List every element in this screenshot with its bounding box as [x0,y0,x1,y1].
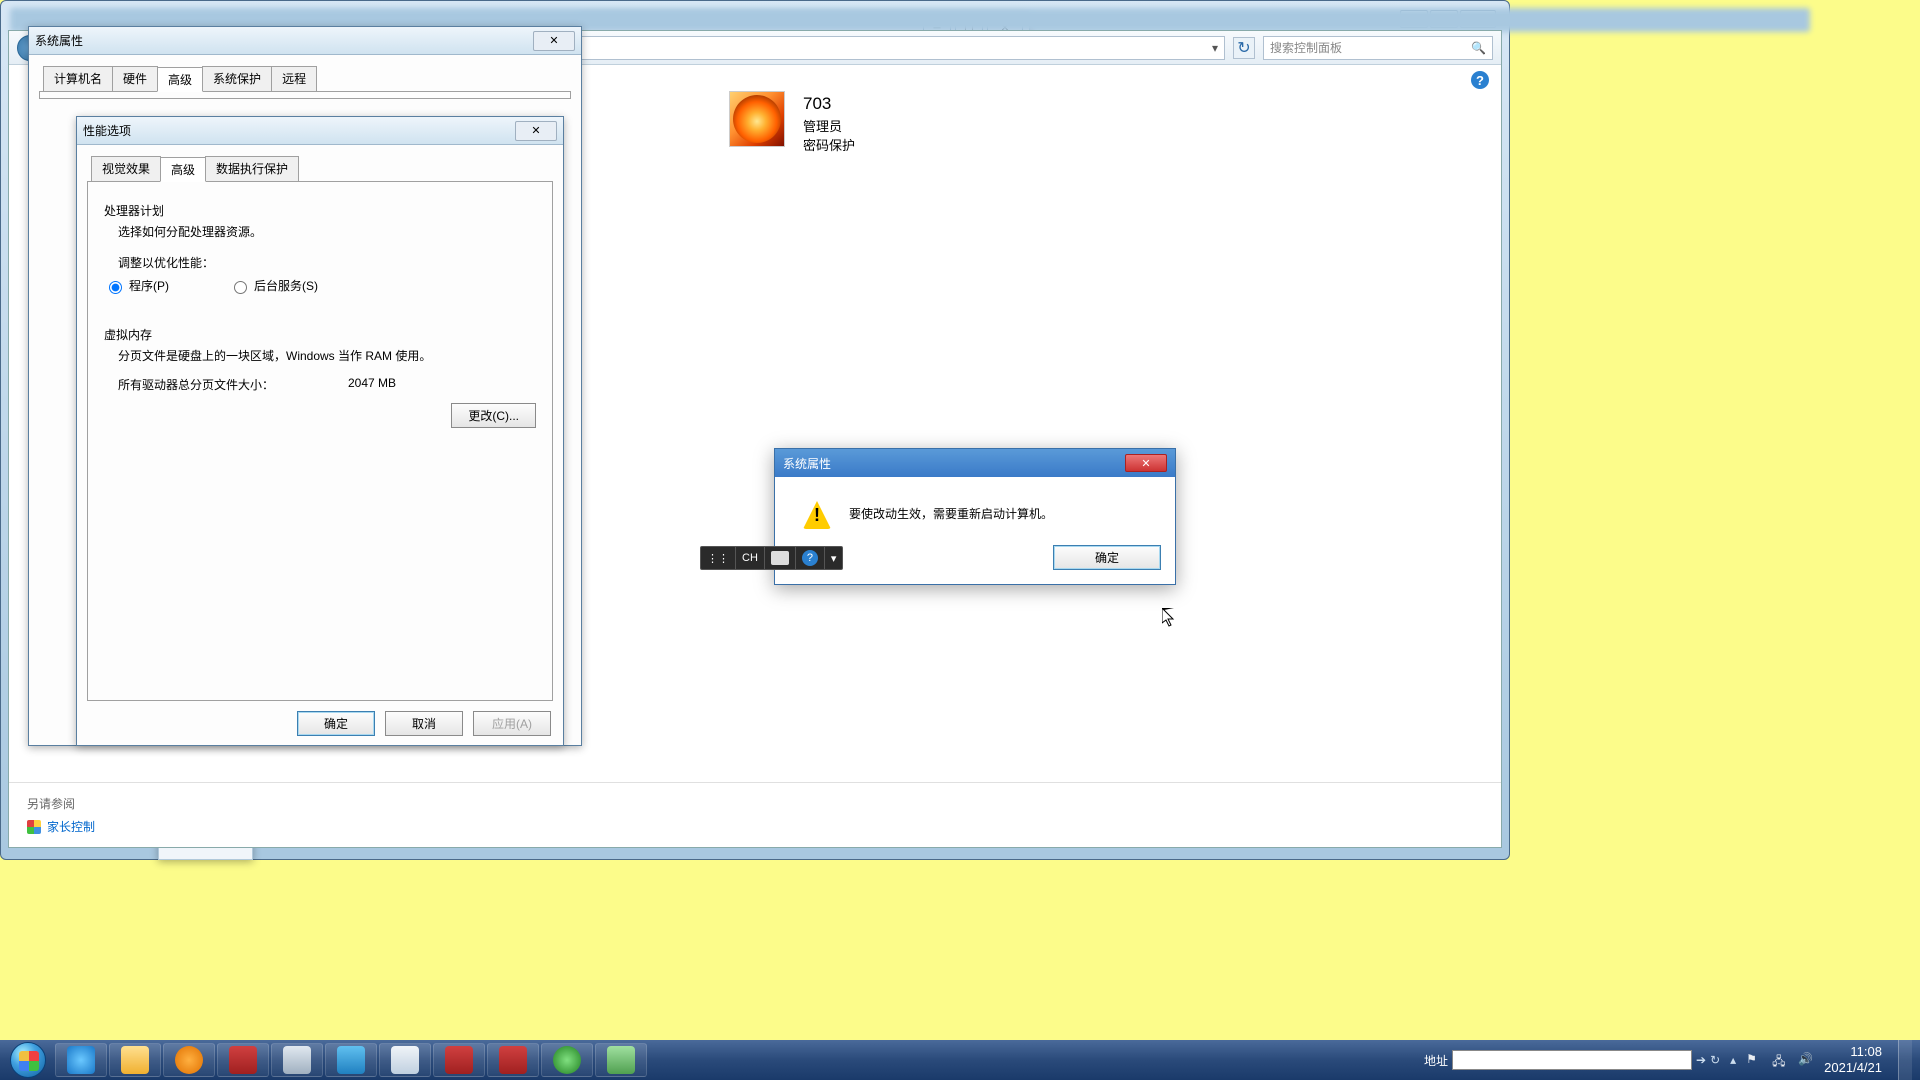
parental-controls-link[interactable]: 家长控制 [27,818,1483,835]
user-name: 703 [803,91,855,117]
tab-visual-effects[interactable]: 视觉效果 [91,156,161,181]
ime-options-icon[interactable]: ▾ [825,547,843,569]
virtual-memory-title: 虚拟内存 [104,326,536,343]
ime-language-indicator[interactable]: CH [736,547,765,569]
shield-icon [27,820,41,834]
perfopts-ok-button[interactable]: 确定 [297,711,375,736]
sysprops-close-button[interactable]: ✕ [533,31,575,51]
processor-scheduling-title: 处理器计划 [104,202,536,219]
radio-programs[interactable]: 程序(P) [104,277,169,294]
sysprops-title: 系统属性 [35,32,533,49]
msgbox-close-button[interactable]: ✕ [1125,454,1167,472]
address-refresh-icon[interactable]: ↻ [1710,1053,1720,1067]
vm-total-value: 2047 MB [348,376,396,393]
taskbar-app-4[interactable] [379,1043,431,1077]
taskbar-app-5[interactable] [433,1043,485,1077]
perfopts-tabs: 视觉效果 高级 数据执行保护 [87,156,553,182]
vm-total-label: 所有驱动器总分页文件大小： [118,376,348,393]
taskbar-address-toolbar: 地址 ➔ ↻ [1424,1050,1720,1070]
perfopts-title: 性能选项 [83,122,515,139]
avatar [729,91,785,147]
msgbox-text: 要使改动生效，需要重新启动计算机。 [849,501,1053,522]
tray-date: 2021/4/21 [1824,1060,1882,1076]
tab-advanced[interactable]: 高级 [157,67,203,92]
taskbar-app-1[interactable] [217,1043,269,1077]
taskbar-app-2[interactable] [271,1043,323,1077]
taskbar-app-6[interactable] [487,1043,539,1077]
perfopts-apply-button: 应用(A) [473,711,551,736]
show-desktop-button[interactable] [1898,1040,1912,1080]
tray-time: 11:08 [1824,1044,1882,1060]
windows-orb-icon [10,1042,46,1078]
help-icon[interactable]: ? [1471,71,1489,89]
tab-remote[interactable]: 远程 [271,66,317,91]
breadcrumb-dropdown-icon[interactable]: ▾ [1212,41,1218,55]
tray-volume-icon[interactable]: 🔊 [1798,1052,1814,1068]
perfopts-close-button[interactable]: ✕ [515,121,557,141]
ime-language-bar[interactable]: ⋮⋮ CH ? ▾ [700,546,843,570]
parental-controls-label: 家长控制 [47,818,95,835]
taskbar-ie[interactable] [55,1043,107,1077]
taskbar: 地址 ➔ ↻ ▴ ⚑ 🖧 🔊 11:08 2021/4/21 [0,1040,1920,1080]
ime-help-icon[interactable]: ? [796,547,825,569]
tab-hardware[interactable]: 硬件 [112,66,158,91]
perfopts-cancel-button[interactable]: 取消 [385,711,463,736]
taskbar-app-3[interactable] [325,1043,377,1077]
taskbar-app-8[interactable] [595,1043,647,1077]
msgbox-ok-button[interactable]: 确定 [1053,545,1161,570]
radio-background-services[interactable]: 后台服务(S) [229,277,318,294]
change-vm-button[interactable]: 更改(C)... [451,403,536,428]
address-go-icon[interactable]: ➔ [1696,1053,1706,1067]
sysprops-tabs: 计算机名 硬件 高级 系统保护 远程 [39,66,571,92]
refresh-button[interactable]: ↻ [1233,37,1255,59]
ime-keyboard-icon[interactable] [765,547,796,569]
radio-programs-input[interactable] [109,281,122,294]
address-input[interactable] [1452,1050,1692,1070]
warning-icon [803,501,831,529]
taskbar-app-7[interactable] [541,1043,593,1077]
virtual-memory-desc: 分页文件是硬盘上的一块区域，Windows 当作 RAM 使用。 [118,347,536,364]
tab-advanced-perf[interactable]: 高级 [160,157,206,182]
tab-computer-name[interactable]: 计算机名 [43,66,113,91]
taskbar-media-player[interactable] [163,1043,215,1077]
address-label: 地址 [1424,1052,1448,1069]
msgbox-title: 系统属性 [783,455,1125,472]
search-icon: 🔍 [1471,41,1486,55]
user-card: 703 管理员 密码保护 [729,91,855,156]
ime-grip-icon[interactable]: ⋮⋮ [701,547,736,569]
tray-flag-icon[interactable]: ⚑ [1746,1052,1762,1068]
radio-services-input[interactable] [234,281,247,294]
start-button[interactable] [2,1040,54,1080]
tray-clock[interactable]: 11:08 2021/4/21 [1824,1044,1888,1075]
tab-dep[interactable]: 数据执行保护 [205,156,299,181]
cp-search-input[interactable]: 搜索控制面板 🔍 [1263,36,1493,60]
performance-options-dialog: 性能选项 ✕ 视觉效果 高级 数据执行保护 处理器计划 选择如何分配处理器资源。… [76,116,564,746]
processor-scheduling-desc: 选择如何分配处理器资源。 [118,223,536,240]
user-password-status: 密码保护 [803,136,855,156]
user-role: 管理员 [803,117,855,137]
tray-show-hidden-icon[interactable]: ▴ [1730,1053,1736,1067]
taskbar-explorer[interactable] [109,1043,161,1077]
cp-search-placeholder: 搜索控制面板 [1270,39,1342,56]
see-also-label: 另请参阅 [27,795,1483,812]
tab-system-protection[interactable]: 系统保护 [202,66,272,91]
adjust-label: 调整以优化性能： [118,254,536,271]
tray-network-icon[interactable]: 🖧 [1772,1052,1788,1068]
